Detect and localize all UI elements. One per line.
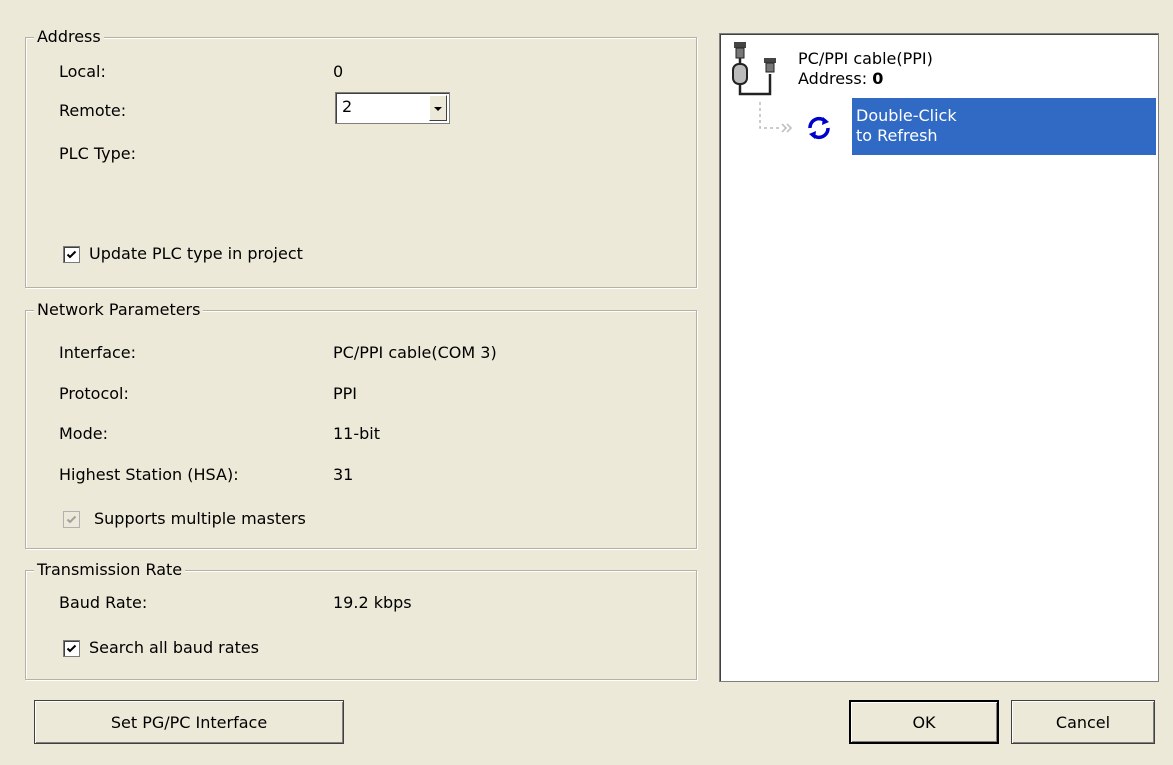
network-parameters-title: Network Parameters [34,300,204,320]
chevron-down-icon [434,107,442,111]
search-all-baud-rates-label: Search all baud rates [89,638,260,657]
checkmark-icon [66,644,77,653]
cable-connector-icon [732,42,776,96]
refresh-icon[interactable] [804,113,834,143]
plc-type-label: PLC Type: [59,144,136,163]
protocol-label: Protocol: [59,384,129,403]
update-plc-type-checkbox[interactable] [63,246,80,263]
ok-button[interactable]: OK [849,700,999,744]
remote-label: Remote: [59,101,127,120]
local-label: Local: [59,62,106,81]
baud-rate-value: 19.2 kbps [333,593,412,612]
mode-value: 11-bit [333,424,381,443]
interface-value: PC/PPI cable(COM 3) [333,343,497,362]
update-plc-type-label: Update PLC type in project [89,244,303,263]
tree-connector-line [759,102,793,133]
transmission-rate-title: Transmission Rate [34,560,186,580]
remote-combobox-value: 2 [342,97,353,116]
checkmark-icon [66,515,77,524]
address-group-title: Address [34,27,104,47]
remote-combobox[interactable]: 2 [335,92,450,124]
remote-dropdown-button[interactable] [429,95,447,121]
hsa-label: Highest Station (HSA): [59,465,239,484]
checkmark-icon [66,250,77,259]
protocol-value: PPI [333,384,358,403]
baud-rate-label: Baud Rate: [59,593,148,612]
tree-address-label: Address: 0 [798,69,884,88]
tree-root-label[interactable]: PC/PPI cable(PPI) [798,49,933,69]
tree-child-refresh[interactable]: Double-Click to Refresh [852,98,1156,155]
local-value: 0 [333,62,344,81]
multiple-masters-checkbox[interactable] [63,511,80,528]
hsa-value: 31 [333,465,354,484]
tree-child-line1: Double-Click [856,106,957,125]
search-all-baud-rates-checkbox[interactable] [63,640,80,657]
set-pg-pc-interface-button[interactable]: Set PG/PC Interface [34,700,344,744]
station-tree-panel[interactable]: PC/PPI cable(PPI) Address: 0 Double-Clic… [719,33,1159,682]
multiple-masters-label: Supports multiple masters [94,509,306,528]
interface-label: Interface: [59,343,137,362]
tree-child-line2: to Refresh [856,126,938,145]
transmission-rate-group: Transmission Rate [25,560,697,680]
tree-address-value: 0 [872,69,884,88]
mode-label: Mode: [59,424,108,443]
cancel-button[interactable]: Cancel [1011,700,1155,744]
